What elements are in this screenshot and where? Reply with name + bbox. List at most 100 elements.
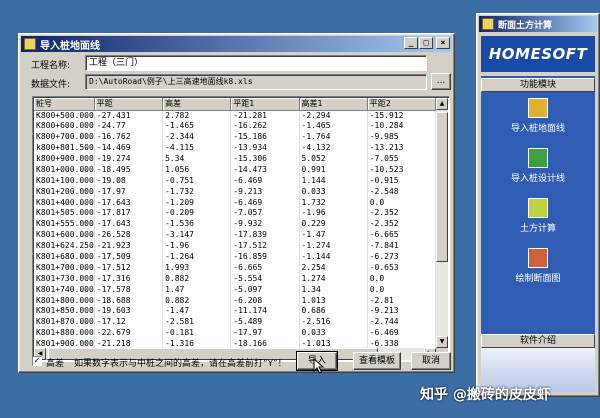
- table-cell[interactable]: -17.512: [94, 262, 164, 274]
- table-row[interactable]: K801+100.000 -19.08 -0.751 -6.469 1.144 -0.91…: [34, 175, 436, 187]
- table-cell[interactable]: -26.528: [94, 229, 164, 241]
- table-cell[interactable]: -17.97: [230, 327, 300, 339]
- table-cell[interactable]: 1.274: [299, 273, 368, 285]
- table-cell[interactable]: -6.665: [367, 229, 436, 241]
- table-cell[interactable]: -21.281: [230, 110, 300, 121]
- table-cell[interactable]: -7.841: [367, 240, 436, 252]
- table-cell[interactable]: -2.548: [367, 186, 436, 198]
- table-cell[interactable]: -6.338: [367, 338, 436, 348]
- table-cell[interactable]: -9.213: [230, 186, 300, 198]
- maximize-button[interactable]: □: [419, 37, 433, 49]
- table-cell[interactable]: K801+730.000: [34, 273, 95, 285]
- table-row[interactable]: K800+700.000 -16.762 -2.344 -15.186 -1.764 -9…: [34, 131, 436, 143]
- column-header[interactable]: 平距1: [230, 98, 300, 111]
- table-cell[interactable]: -1.47: [299, 229, 368, 241]
- table-cell[interactable]: -13.213: [367, 142, 436, 154]
- table-cell[interactable]: -19.274: [94, 153, 164, 165]
- table-cell[interactable]: 1.144: [299, 175, 368, 187]
- table-cell[interactable]: -17.509: [94, 251, 164, 263]
- table-cell[interactable]: -1.47: [162, 306, 232, 317]
- table-cell[interactable]: -5.489: [230, 316, 300, 328]
- table-cell[interactable]: -13.934: [230, 142, 300, 154]
- table-row[interactable]: k800+801.500 -14.469 -4.115 -13.934 -4.132 -1…: [34, 142, 436, 154]
- table-cell[interactable]: k800+900.000: [34, 153, 95, 165]
- table-cell[interactable]: -17.316: [94, 273, 164, 285]
- table-cell[interactable]: 0.991: [299, 164, 368, 176]
- table-cell[interactable]: K801+800.000: [34, 295, 95, 307]
- table-row[interactable]: K801+880.000 -22.679 -0.181 -17.97 0.033 -6.4…: [34, 327, 436, 339]
- table-cell[interactable]: -0.751: [162, 175, 232, 187]
- table-cell[interactable]: 0.229: [299, 218, 368, 230]
- table-cell[interactable]: K801+850.000: [34, 306, 95, 317]
- table-cell[interactable]: -1.732: [162, 186, 232, 198]
- table-cell[interactable]: -2.581: [162, 316, 232, 328]
- table-cell[interactable]: 0.686: [299, 306, 368, 317]
- project-name-field[interactable]: 工程（三门）: [85, 55, 427, 71]
- table-cell[interactable]: K800+600.000: [34, 120, 95, 132]
- table-row[interactable]: K801+700.000 -17.512 1.993 -6.665 2.254 -0.65…: [34, 262, 436, 274]
- table-cell[interactable]: K801+900.000: [34, 338, 95, 348]
- table-cell[interactable]: -5.554: [230, 273, 300, 285]
- table-cell[interactable]: -16.859: [230, 251, 300, 263]
- table-cell[interactable]: -10.523: [367, 164, 436, 176]
- table-row[interactable]: K801+400.000 -17.643 -1.209 -6.469 1.732 0.0: [34, 197, 436, 209]
- table-cell[interactable]: K801+400.000: [34, 197, 95, 209]
- table-cell[interactable]: K801+100.000: [34, 175, 95, 187]
- table-cell[interactable]: 1.732: [299, 197, 368, 209]
- table-cell[interactable]: -7.055: [367, 153, 436, 165]
- table-cell[interactable]: -21.218: [94, 338, 164, 348]
- table-cell[interactable]: -17.97: [94, 186, 164, 198]
- table-cell[interactable]: -7.057: [230, 208, 300, 219]
- table-cell[interactable]: 2.254: [299, 262, 368, 274]
- side-item-earthwork-calc[interactable]: 土方计算: [481, 198, 595, 238]
- table-row[interactable]: K801+600.000 -26.528 -3.147 -17.839 -1.47 -6.…: [34, 229, 436, 241]
- vertical-scrollbar[interactable]: ▲ ▼: [436, 98, 448, 348]
- table-cell[interactable]: K800+500.000: [34, 110, 95, 121]
- table-cell[interactable]: -15.306: [230, 153, 300, 165]
- table-cell[interactable]: 2.782: [162, 110, 232, 121]
- dialog-titlebar[interactable]: 导入桩地面线 _ □ ×: [21, 36, 452, 52]
- table-cell[interactable]: -11.174: [230, 306, 300, 317]
- table-cell[interactable]: 0.0: [367, 197, 436, 209]
- table-cell[interactable]: K801+624.250: [34, 240, 95, 252]
- table-cell[interactable]: K801+200.000: [34, 186, 95, 198]
- table-row[interactable]: K801+870.000 -17.12 -2.581 -5.489 -2.516 -2.7…: [34, 316, 436, 328]
- table-cell[interactable]: -1.316: [162, 338, 232, 348]
- table-cell[interactable]: -18.166: [230, 338, 300, 348]
- table-cell[interactable]: K801+700.000: [34, 262, 95, 274]
- table-cell[interactable]: -2.352: [367, 208, 436, 219]
- table-cell[interactable]: -16.762: [94, 131, 164, 143]
- table-cell[interactable]: -10.284: [367, 120, 436, 132]
- elevation-diff-checkbox[interactable]: ✓: [32, 356, 42, 366]
- scroll-up-button[interactable]: ▲: [436, 98, 448, 110]
- side-item-import-ground-line[interactable]: 导入桩地面线: [481, 98, 595, 138]
- table-row[interactable]: K801+740.000 -17.578 1.47 -5.097 1.34 0.0: [34, 284, 436, 296]
- table-cell[interactable]: -2.744: [367, 316, 436, 328]
- table-cell[interactable]: K801+505.000: [34, 208, 95, 219]
- software-intro-button[interactable]: 软件介绍: [481, 334, 595, 348]
- table-cell[interactable]: K801+680.000: [34, 251, 95, 263]
- table-cell[interactable]: -1.465: [299, 120, 368, 132]
- table-cell[interactable]: -1.764: [299, 131, 368, 143]
- cancel-button[interactable]: 取消: [411, 352, 451, 370]
- table-cell[interactable]: -22.679: [94, 327, 164, 339]
- table-cell[interactable]: -6.208: [230, 295, 300, 307]
- table-cell[interactable]: -9.213: [367, 306, 436, 317]
- scroll-down-button[interactable]: ▼: [436, 336, 448, 348]
- view-template-button[interactable]: 查看模板: [353, 352, 401, 370]
- table-cell[interactable]: -5.097: [230, 284, 300, 296]
- table-cell[interactable]: -0.653: [367, 262, 436, 274]
- table-cell[interactable]: -1.013: [299, 338, 368, 348]
- table-cell[interactable]: -17.578: [94, 284, 164, 296]
- table-cell[interactable]: -15.186: [230, 131, 300, 143]
- table-cell[interactable]: K801+600.000: [34, 229, 95, 241]
- table-cell[interactable]: -2.344: [162, 131, 232, 143]
- table-cell[interactable]: -16.262: [230, 120, 300, 132]
- column-header[interactable]: 平距2: [367, 98, 436, 111]
- table-cell[interactable]: -14.469: [94, 142, 164, 154]
- table-cell[interactable]: -2.352: [367, 218, 436, 230]
- table-cell[interactable]: -15.912: [367, 110, 436, 121]
- minimize-button[interactable]: _: [404, 37, 418, 49]
- table-cell[interactable]: -17.643: [94, 197, 164, 209]
- table-cell[interactable]: -18.688: [94, 295, 164, 307]
